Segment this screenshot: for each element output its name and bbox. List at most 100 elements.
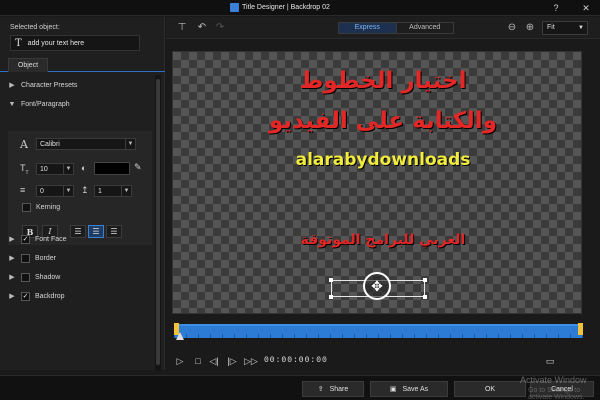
redo-icon[interactable]: ↷	[214, 22, 226, 34]
dropdown-arrow-icon: ▼	[125, 139, 135, 149]
kerning-label: Kerning	[36, 204, 61, 211]
panel-scrollbar[interactable]	[155, 75, 161, 371]
tab-object[interactable]: Object	[8, 58, 48, 72]
border-checkbox[interactable]	[21, 253, 30, 263]
character-spacing-select[interactable]: 1 ▼	[94, 185, 132, 197]
dropdown-arrow-icon: ▼	[63, 186, 73, 196]
font-size-icon: TT	[20, 163, 29, 176]
mode-toggle: Express Advanced	[338, 22, 454, 34]
section-label: Shadow	[35, 273, 61, 281]
canvas-tagline[interactable]: العربي للبرامج الموثوقة	[253, 232, 513, 248]
window-title: Title Designer | Backdrop 02	[230, 3, 330, 12]
text-object-icon: T	[15, 37, 22, 49]
font-color-swatch[interactable]	[94, 162, 130, 175]
timecode: 00:00:00:00	[264, 356, 328, 365]
resize-handle[interactable]	[423, 278, 427, 282]
line-spacing-value: 0	[40, 187, 44, 195]
resize-handle[interactable]	[329, 278, 333, 282]
section-font-paragraph[interactable]: ▼ Font/Paragraph	[8, 97, 153, 111]
shadow-checkbox[interactable]	[21, 272, 30, 282]
canvas-site-name[interactable]: alarabydownloads	[233, 150, 533, 170]
title-bar: Title Designer | Backdrop 02 ? ✕	[0, 0, 600, 16]
share-icon: ⇪	[317, 386, 324, 393]
chevron-right-icon: ▶	[9, 82, 15, 89]
eyedropper-icon[interactable]: ✎	[134, 162, 142, 173]
section-character-presets[interactable]: ▶ Character Presets	[8, 78, 153, 92]
section-label: Border	[35, 254, 57, 262]
app-icon	[230, 3, 239, 12]
add-text-icon[interactable]: ⊤	[176, 22, 188, 34]
font-size-select[interactable]: 10 ▼	[36, 163, 74, 175]
fast-forward-icon[interactable]: ▷▷	[244, 355, 258, 367]
play-icon[interactable]: ▷	[174, 355, 186, 367]
previous-frame-icon[interactable]: ◁|	[208, 355, 220, 367]
line-spacing-icon: ≡	[20, 185, 26, 195]
section-label: Character Presets	[21, 81, 78, 89]
share-button[interactable]: ⇪ Share	[302, 381, 364, 397]
font-name-value: Calibri	[40, 140, 60, 148]
window-title-text: Title Designer | Backdrop 02	[242, 4, 330, 11]
dropdown-arrow-icon: ▼	[63, 164, 73, 174]
ok-button[interactable]: OK	[454, 381, 526, 397]
save-as-label: Save As	[402, 385, 429, 393]
font-size-value: 10	[40, 165, 48, 173]
kerning-row[interactable]: Kerning	[22, 203, 60, 212]
dialog-footer: ⇪ Share ▣ Save As OK Cancel	[0, 375, 600, 400]
selected-object-field[interactable]: T add your text here	[10, 35, 140, 51]
activation-watermark-sub: Go to Settings to activate Windows.	[528, 387, 585, 400]
font-name-select[interactable]: Calibri ▼	[36, 138, 136, 150]
selected-object-value: add your text here	[27, 39, 85, 47]
move-icon[interactable]: ✥	[363, 272, 391, 300]
section-border[interactable]: ▶ Border	[8, 251, 153, 265]
panel-tabs: Object	[0, 58, 165, 72]
section-label: Backdrop	[35, 292, 65, 300]
section-font-face[interactable]: ▶ ✓ Font Face	[8, 232, 153, 246]
section-label: Font Face	[35, 235, 67, 243]
help-icon[interactable]: ?	[550, 2, 562, 14]
selected-object-label: Selected object:	[10, 24, 60, 31]
properties-panel: Selected object: T add your text here Ob…	[0, 17, 165, 371]
font-icon: A	[20, 138, 28, 151]
save-as-icon: ▣	[389, 386, 397, 393]
next-frame-icon[interactable]: |▷	[226, 355, 238, 367]
canvas-title-line-2[interactable]: والكتابة على الفيديو	[233, 108, 533, 134]
opacity-icon: ◐	[81, 163, 87, 173]
chevron-right-icon: ▶	[9, 274, 15, 281]
section-shadow[interactable]: ▶ Shadow	[8, 270, 153, 284]
editor-toolbar: ⊤ ↶ ↷ Express Advanced ⊖ ⊕ Fit ▼	[166, 17, 600, 39]
tab-advanced[interactable]: Advanced	[397, 23, 454, 33]
line-spacing-select[interactable]: 0 ▼	[36, 185, 74, 197]
character-spacing-icon: ↥	[81, 185, 89, 195]
playback-controls: ▷ □ ◁| |▷ ▷▷ 00:00:00:00 ▭	[166, 350, 600, 370]
zoom-out-icon[interactable]: ⊖	[506, 22, 518, 34]
resize-handle[interactable]	[329, 295, 333, 299]
zoom-value: Fit	[547, 24, 555, 31]
section-label: Font/Paragraph	[21, 100, 70, 108]
tab-express[interactable]: Express	[339, 23, 397, 33]
fullscreen-icon[interactable]: ▭	[544, 355, 556, 367]
font-face-checkbox[interactable]: ✓	[21, 234, 30, 244]
section-backdrop[interactable]: ▶ ✓ Backdrop	[8, 289, 153, 303]
activation-watermark: Activate Window	[520, 375, 587, 385]
undo-icon[interactable]: ↶	[196, 22, 208, 34]
zoom-select[interactable]: Fit ▼	[542, 21, 588, 35]
dropdown-arrow-icon: ▼	[578, 25, 584, 31]
timeline-bar[interactable]	[174, 324, 583, 338]
close-icon[interactable]: ✕	[580, 2, 592, 14]
preview-canvas[interactable]: اختيار الخطوط والكتابة على الفيديو alara…	[172, 51, 582, 314]
scrollbar-thumb[interactable]	[156, 79, 160, 365]
character-spacing-value: 1	[98, 187, 102, 195]
chevron-down-icon: ▼	[8, 100, 16, 108]
timeline-ticks	[174, 334, 583, 338]
save-as-button[interactable]: ▣ Save As	[370, 381, 448, 397]
zoom-in-icon[interactable]: ⊕	[524, 22, 536, 34]
backdrop-checkbox[interactable]: ✓	[21, 291, 30, 301]
kerning-checkbox[interactable]	[22, 203, 31, 212]
playhead-icon[interactable]	[176, 332, 184, 340]
chevron-right-icon: ▶	[9, 293, 15, 300]
resize-handle[interactable]	[423, 295, 427, 299]
canvas-title-line-1[interactable]: اختيار الخطوط	[233, 68, 533, 94]
timeline-end-marker[interactable]	[578, 323, 583, 335]
dropdown-arrow-icon: ▼	[121, 186, 131, 196]
stop-icon[interactable]: □	[192, 355, 204, 367]
